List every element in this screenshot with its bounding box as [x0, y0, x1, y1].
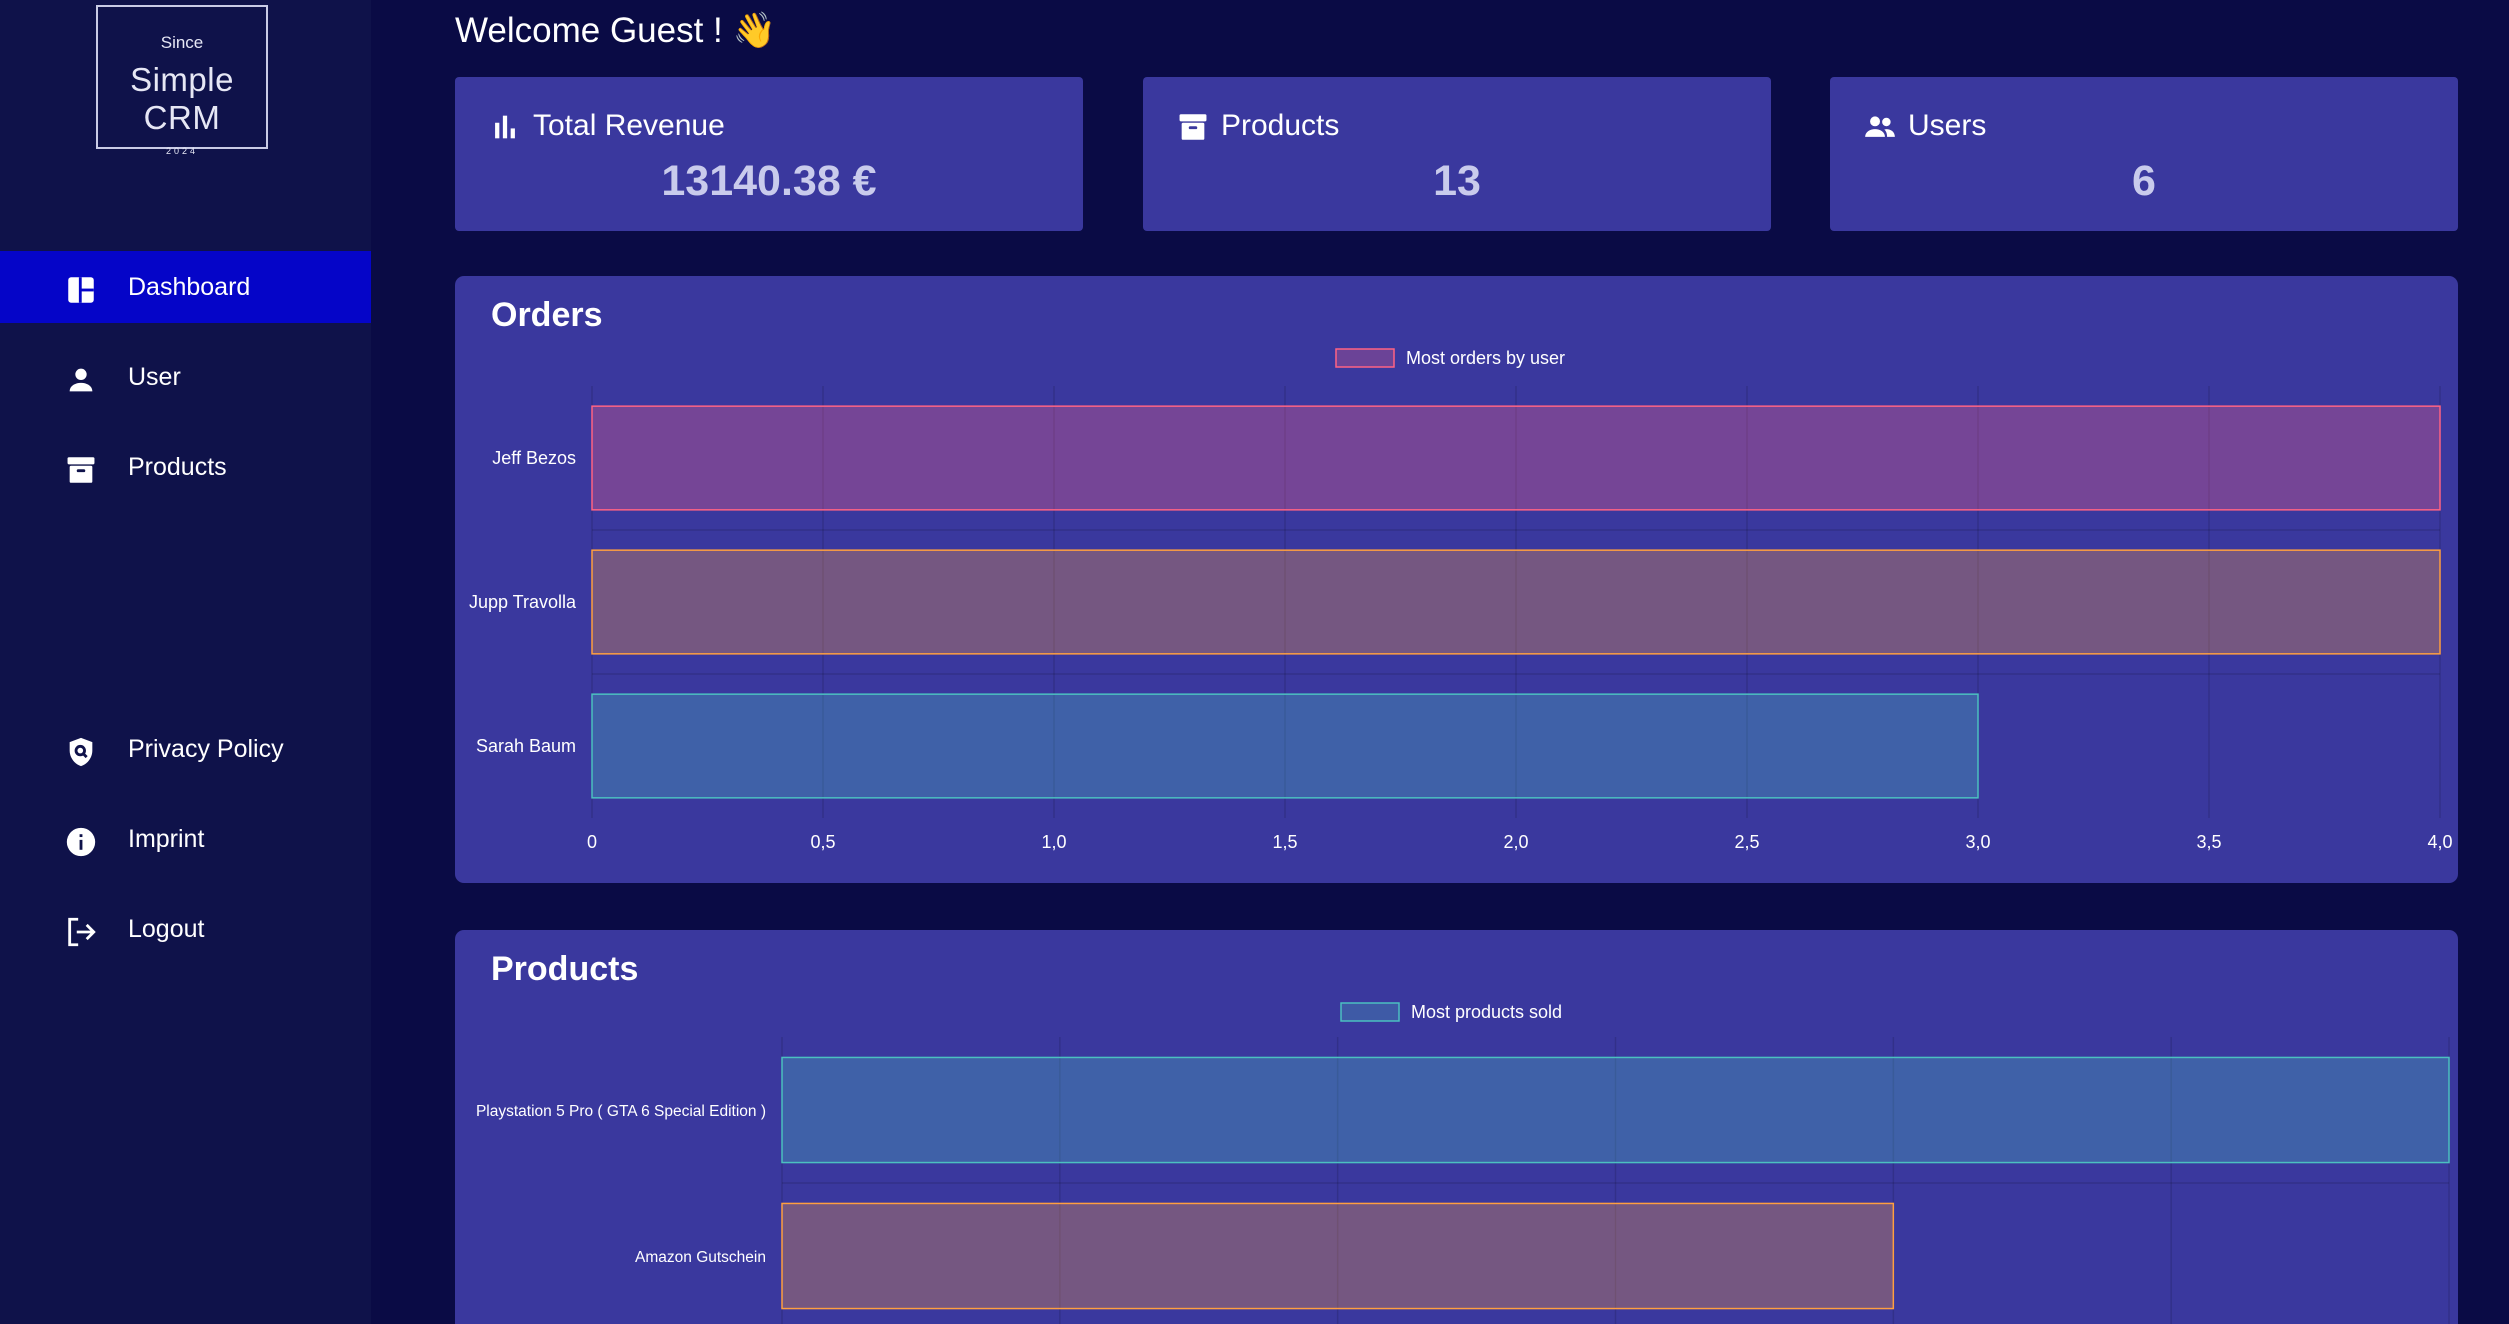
legend-swatch [1335, 348, 1395, 368]
nav-item-label: Imprint [128, 824, 205, 853]
products-chart: Most products sold Playstation 5 Pro ( GT… [476, 1002, 2450, 1324]
logo-since: Since [160, 33, 204, 52]
x-tick-label: 4,0 [2427, 832, 2452, 852]
nav-item-logout[interactable]: Logout [0, 893, 371, 965]
category-label: Amazon Gutschein [635, 1249, 766, 1266]
category-label: Playstation 5 Pro ( GTA 6 Special Editio… [476, 1103, 766, 1120]
card-title: Total Revenue [533, 109, 725, 142]
shield-icon [69, 737, 93, 767]
nav-item-privacy-policy[interactable]: Privacy Policy [0, 713, 371, 785]
info-icon [66, 827, 96, 857]
bar [591, 549, 2441, 655]
logo-name: Simple CRM [130, 61, 234, 136]
card-value: 6 [2132, 157, 2156, 205]
person-icon [69, 368, 93, 392]
bar-chart-icon [495, 115, 515, 139]
card-value: 13140.38 € [661, 157, 877, 205]
bar [781, 1056, 2450, 1164]
x-tick-label: 3,0 [1965, 832, 1990, 852]
users-card: Users 6 [1830, 77, 2458, 231]
products-card: Products 13 [1143, 77, 1771, 231]
nav-item-products[interactable]: Products [0, 431, 371, 503]
logout-icon [68, 917, 96, 947]
x-tick-label: 2,5 [1734, 832, 1759, 852]
category-label: Jeff Bezos [492, 448, 576, 468]
bar [591, 693, 1979, 799]
revenue-card: Total Revenue 13140.38 € [455, 77, 1083, 231]
card-value: 13 [1433, 157, 1481, 205]
legend-label: Most products sold [1411, 1002, 1562, 1022]
products-panel: Products Most products sold Playstation 5… [455, 930, 2458, 1324]
nav-item-label: Logout [128, 914, 205, 943]
nav-item-label: Privacy Policy [128, 734, 284, 763]
nav-item-dashboard[interactable]: Dashboard [0, 251, 371, 323]
sidebar: Since Simple CRM 2024 Dashboard User Pro… [0, 0, 371, 1324]
card-title: Users [1908, 109, 1987, 142]
x-tick-label: 0 [587, 832, 597, 852]
welcome-heading: Welcome Guest ! 👋 [455, 11, 777, 50]
bar [591, 405, 2441, 511]
category-label: Sarah Baum [476, 736, 576, 756]
x-tick-label: 3,5 [2196, 832, 2221, 852]
x-tick-label: 1,0 [1041, 832, 1066, 852]
x-tick-label: 1,5 [1272, 832, 1297, 852]
x-tick-label: 2,0 [1503, 832, 1528, 852]
bar [781, 1202, 1895, 1310]
orders-chart: Most orders by user Jeff Bezos Jupp Travol… [469, 348, 2453, 852]
nav-item-label: Dashboard [128, 272, 251, 301]
nav-item-label: Products [128, 452, 227, 481]
archive-box-icon [1179, 114, 1207, 140]
people-icon [1865, 116, 1895, 137]
nav-item-imprint[interactable]: Imprint [0, 803, 371, 875]
logo-year: 2024 [165, 146, 199, 156]
dashboard-icon [68, 277, 94, 303]
nav-item-label: User [128, 362, 181, 391]
legend-swatch [1340, 1002, 1400, 1022]
archive-box-icon [67, 457, 95, 483]
card-title: Products [1221, 109, 1340, 142]
orders-panel: Orders Most orders by user Jeff Bezos Jupp… [455, 276, 2458, 883]
logo[interactable]: Since Simple CRM 2024 [96, 5, 268, 156]
category-label: Jupp Travolla [469, 592, 577, 612]
nav-item-user[interactable]: User [0, 341, 371, 413]
legend-label: Most orders by user [1406, 348, 1565, 368]
x-tick-label: 0,5 [810, 832, 835, 852]
